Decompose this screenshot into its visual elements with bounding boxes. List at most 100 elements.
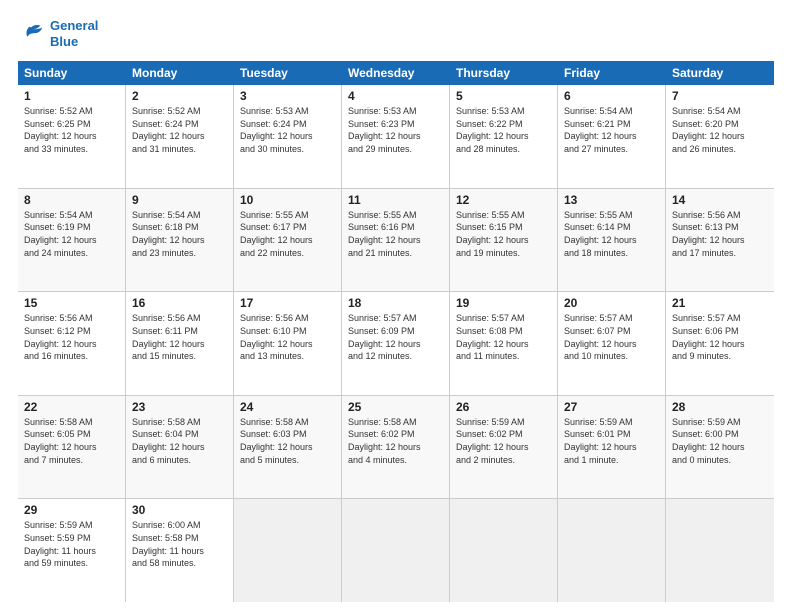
day-number: 21 bbox=[672, 296, 768, 310]
calendar: SundayMondayTuesdayWednesdayThursdayFrid… bbox=[18, 61, 774, 602]
day-number: 13 bbox=[564, 193, 659, 207]
calendar-row: 8Sunrise: 5:54 AMSunset: 6:19 PMDaylight… bbox=[18, 189, 774, 293]
calendar-cell bbox=[234, 499, 342, 602]
calendar-cell: 22 Sunrise: 5:58 AMSunset: 6:05 PMDayligh… bbox=[18, 396, 126, 499]
calendar-cell: 9 Sunrise: 5:54 AMSunset: 6:18 PMDaylight… bbox=[126, 189, 234, 292]
cell-content: Sunrise: 5:57 AMSunset: 6:09 PMDaylight:… bbox=[348, 312, 443, 362]
calendar-cell: 18Sunrise: 5:57 AMSunset: 6:09 PMDayligh… bbox=[342, 292, 450, 395]
calendar-row: 1 Sunrise: 5:52 AMSunset: 6:25 PMDaylight… bbox=[18, 85, 774, 189]
cell-content: Sunrise: 5:59 AMSunset: 6:02 PMDaylight:… bbox=[456, 416, 551, 466]
calendar-cell: 12Sunrise: 5:55 AMSunset: 6:15 PMDayligh… bbox=[450, 189, 558, 292]
calendar-cell: 17 Sunrise: 5:56 AMSunset: 6:10 PMDayligh… bbox=[234, 292, 342, 395]
calendar-container: General Blue SundayMondayTuesdayWednesda… bbox=[0, 0, 792, 612]
calendar-cell bbox=[450, 499, 558, 602]
day-number: 1 bbox=[24, 89, 119, 103]
calendar-cell bbox=[558, 499, 666, 602]
cell-content: Sunrise: 5:58 AMSunset: 6:02 PMDaylight:… bbox=[348, 416, 443, 466]
cell-content: Sunrise: 5:54 AMSunset: 6:19 PMDaylight:… bbox=[24, 209, 119, 259]
day-number: 17 bbox=[240, 296, 335, 310]
calendar-cell: 10Sunrise: 5:55 AMSunset: 6:17 PMDayligh… bbox=[234, 189, 342, 292]
cell-content: Sunrise: 5:58 AMSunset: 6:03 PMDaylight:… bbox=[240, 416, 335, 466]
cell-content: Sunrise: 5:54 AMSunset: 6:18 PMDaylight:… bbox=[132, 209, 227, 259]
day-number: 14 bbox=[672, 193, 768, 207]
calendar-cell: 26 Sunrise: 5:59 AMSunset: 6:02 PMDayligh… bbox=[450, 396, 558, 499]
calendar-cell: 24 Sunrise: 5:58 AMSunset: 6:03 PMDayligh… bbox=[234, 396, 342, 499]
day-number: 2 bbox=[132, 89, 227, 103]
logo-icon bbox=[18, 20, 46, 48]
logo-text: General Blue bbox=[50, 18, 98, 49]
weekday-header: Tuesday bbox=[234, 61, 342, 85]
calendar-header: SundayMondayTuesdayWednesdayThursdayFrid… bbox=[18, 61, 774, 85]
calendar-cell: 30 Sunrise: 6:00 AMSunset: 5:58 PMDayligh… bbox=[126, 499, 234, 602]
day-number: 22 bbox=[24, 400, 119, 414]
calendar-cell: 19 Sunrise: 5:57 AMSunset: 6:08 PMDayligh… bbox=[450, 292, 558, 395]
calendar-cell: 7Sunrise: 5:54 AMSunset: 6:20 PMDaylight… bbox=[666, 85, 774, 188]
cell-content: Sunrise: 5:54 AMSunset: 6:21 PMDaylight:… bbox=[564, 105, 659, 155]
calendar-cell: 21 Sunrise: 5:57 AMSunset: 6:06 PMDayligh… bbox=[666, 292, 774, 395]
calendar-cell: 4 Sunrise: 5:53 AMSunset: 6:23 PMDaylight… bbox=[342, 85, 450, 188]
calendar-cell: 5 Sunrise: 5:53 AMSunset: 6:22 PMDaylight… bbox=[450, 85, 558, 188]
cell-content: Sunrise: 5:59 AMSunset: 6:01 PMDaylight:… bbox=[564, 416, 659, 466]
day-number: 15 bbox=[24, 296, 119, 310]
calendar-cell: 28 Sunrise: 5:59 AMSunset: 6:00 PMDayligh… bbox=[666, 396, 774, 499]
day-number: 9 bbox=[132, 193, 227, 207]
cell-content: Sunrise: 5:53 AMSunset: 6:24 PMDaylight:… bbox=[240, 105, 335, 155]
calendar-cell: 3 Sunrise: 5:53 AMSunset: 6:24 PMDaylight… bbox=[234, 85, 342, 188]
calendar-cell: 8Sunrise: 5:54 AMSunset: 6:19 PMDaylight… bbox=[18, 189, 126, 292]
calendar-cell: 2Sunrise: 5:52 AMSunset: 6:24 PMDaylight… bbox=[126, 85, 234, 188]
cell-content: Sunrise: 5:56 AMSunset: 6:11 PMDaylight:… bbox=[132, 312, 227, 362]
calendar-cell: 15Sunrise: 5:56 AMSunset: 6:12 PMDayligh… bbox=[18, 292, 126, 395]
cell-content: Sunrise: 5:58 AMSunset: 6:04 PMDaylight:… bbox=[132, 416, 227, 466]
cell-content: Sunrise: 5:52 AMSunset: 6:25 PMDaylight:… bbox=[24, 105, 119, 155]
calendar-cell: 1 Sunrise: 5:52 AMSunset: 6:25 PMDaylight… bbox=[18, 85, 126, 188]
weekday-header: Saturday bbox=[666, 61, 774, 85]
calendar-cell: 23 Sunrise: 5:58 AMSunset: 6:04 PMDayligh… bbox=[126, 396, 234, 499]
calendar-row: 22 Sunrise: 5:58 AMSunset: 6:05 PMDayligh… bbox=[18, 396, 774, 500]
day-number: 5 bbox=[456, 89, 551, 103]
day-number: 27 bbox=[564, 400, 659, 414]
day-number: 28 bbox=[672, 400, 768, 414]
cell-content: Sunrise: 5:53 AMSunset: 6:23 PMDaylight:… bbox=[348, 105, 443, 155]
weekday-header: Monday bbox=[126, 61, 234, 85]
calendar-cell: 27 Sunrise: 5:59 AMSunset: 6:01 PMDayligh… bbox=[558, 396, 666, 499]
day-number: 30 bbox=[132, 503, 227, 517]
calendar-cell: 29Sunrise: 5:59 AMSunset: 5:59 PMDayligh… bbox=[18, 499, 126, 602]
cell-content: Sunrise: 5:53 AMSunset: 6:22 PMDaylight:… bbox=[456, 105, 551, 155]
cell-content: Sunrise: 5:58 AMSunset: 6:05 PMDaylight:… bbox=[24, 416, 119, 466]
calendar-cell: 14Sunrise: 5:56 AMSunset: 6:13 PMDayligh… bbox=[666, 189, 774, 292]
weekday-header: Friday bbox=[558, 61, 666, 85]
calendar-row: 29Sunrise: 5:59 AMSunset: 5:59 PMDayligh… bbox=[18, 499, 774, 602]
cell-content: Sunrise: 6:00 AMSunset: 5:58 PMDaylight:… bbox=[132, 519, 227, 569]
day-number: 19 bbox=[456, 296, 551, 310]
cell-content: Sunrise: 5:57 AMSunset: 6:06 PMDaylight:… bbox=[672, 312, 768, 362]
cell-content: Sunrise: 5:54 AMSunset: 6:20 PMDaylight:… bbox=[672, 105, 768, 155]
calendar-row: 15Sunrise: 5:56 AMSunset: 6:12 PMDayligh… bbox=[18, 292, 774, 396]
cell-content: Sunrise: 5:56 AMSunset: 6:10 PMDaylight:… bbox=[240, 312, 335, 362]
calendar-cell: 11 Sunrise: 5:55 AMSunset: 6:16 PMDayligh… bbox=[342, 189, 450, 292]
day-number: 3 bbox=[240, 89, 335, 103]
logo: General Blue bbox=[18, 18, 98, 49]
cell-content: Sunrise: 5:55 AMSunset: 6:15 PMDaylight:… bbox=[456, 209, 551, 259]
calendar-cell bbox=[666, 499, 774, 602]
day-number: 20 bbox=[564, 296, 659, 310]
cell-content: Sunrise: 5:55 AMSunset: 6:17 PMDaylight:… bbox=[240, 209, 335, 259]
day-number: 26 bbox=[456, 400, 551, 414]
day-number: 25 bbox=[348, 400, 443, 414]
cell-content: Sunrise: 5:57 AMSunset: 6:07 PMDaylight:… bbox=[564, 312, 659, 362]
weekday-header: Sunday bbox=[18, 61, 126, 85]
day-number: 16 bbox=[132, 296, 227, 310]
header: General Blue bbox=[18, 18, 774, 49]
cell-content: Sunrise: 5:55 AMSunset: 6:16 PMDaylight:… bbox=[348, 209, 443, 259]
day-number: 23 bbox=[132, 400, 227, 414]
calendar-cell: 16 Sunrise: 5:56 AMSunset: 6:11 PMDayligh… bbox=[126, 292, 234, 395]
day-number: 4 bbox=[348, 89, 443, 103]
calendar-cell: 6 Sunrise: 5:54 AMSunset: 6:21 PMDaylight… bbox=[558, 85, 666, 188]
calendar-cell: 20 Sunrise: 5:57 AMSunset: 6:07 PMDayligh… bbox=[558, 292, 666, 395]
cell-content: Sunrise: 5:59 AMSunset: 6:00 PMDaylight:… bbox=[672, 416, 768, 466]
day-number: 11 bbox=[348, 193, 443, 207]
weekday-header: Wednesday bbox=[342, 61, 450, 85]
cell-content: Sunrise: 5:57 AMSunset: 6:08 PMDaylight:… bbox=[456, 312, 551, 362]
day-number: 24 bbox=[240, 400, 335, 414]
calendar-cell: 25 Sunrise: 5:58 AMSunset: 6:02 PMDayligh… bbox=[342, 396, 450, 499]
day-number: 6 bbox=[564, 89, 659, 103]
